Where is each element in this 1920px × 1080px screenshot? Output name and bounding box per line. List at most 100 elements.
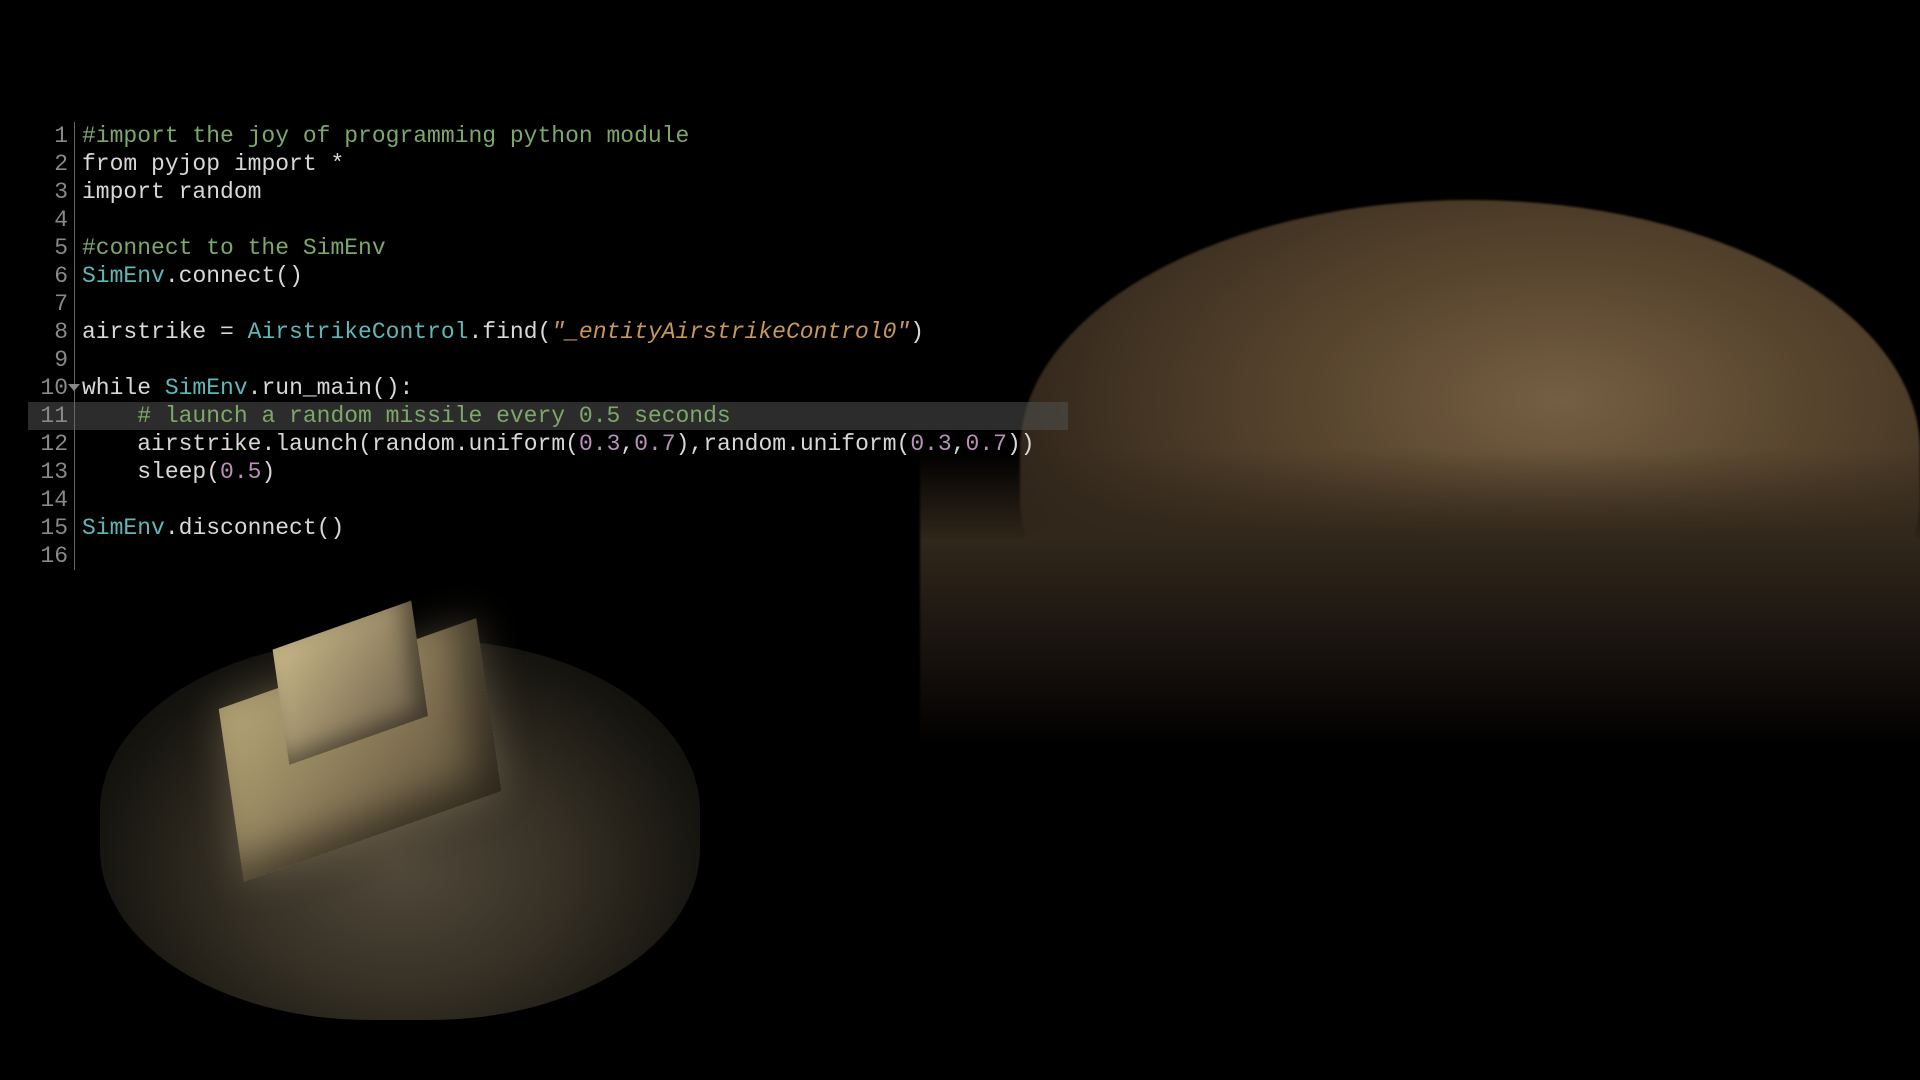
fold-marker-icon[interactable] <box>68 384 80 391</box>
code-token: ), <box>676 431 704 457</box>
code-token: SimEnv <box>165 375 248 401</box>
code-line[interactable]: 2 from pyjop import * <box>28 150 1068 178</box>
code-token: SimEnv <box>82 263 165 289</box>
code-line[interactable]: 12 airstrike.launch(random.uniform(0.3,0… <box>28 430 1068 458</box>
gutter <box>74 374 82 402</box>
code-token <box>151 375 165 401</box>
gutter <box>74 178 82 206</box>
code-token: uniform <box>469 431 566 457</box>
gutter <box>74 430 82 458</box>
line-number: 8 <box>28 318 74 346</box>
code-content[interactable]: from pyjop import * <box>82 150 1068 178</box>
gutter <box>74 458 82 486</box>
code-line[interactable]: 13 sleep(0.5) <box>28 458 1068 486</box>
code-token: AirstrikeControl <box>248 319 469 345</box>
code-content[interactable] <box>82 542 1068 570</box>
code-content[interactable]: SimEnv.disconnect() <box>82 514 1068 542</box>
code-token: (): <box>372 375 413 401</box>
code-content[interactable]: #connect to the SimEnv <box>82 234 1068 262</box>
code-token: 0.7 <box>966 431 1007 457</box>
code-token: 0.3 <box>910 431 951 457</box>
code-token: = <box>220 319 248 345</box>
code-token <box>82 403 137 429</box>
code-token: () <box>317 515 345 541</box>
code-line[interactable]: 11 # launch a random missile every 0.5 s… <box>28 402 1068 430</box>
line-number: 3 <box>28 178 74 206</box>
code-token: 0.5 <box>220 459 261 485</box>
code-line[interactable]: 14 <box>28 486 1068 514</box>
code-token: . <box>786 431 800 457</box>
line-number: 12 <box>28 430 74 458</box>
code-token: . <box>165 515 179 541</box>
code-token: . <box>165 263 179 289</box>
code-editor[interactable]: 1#import the joy of programming python m… <box>28 122 1068 570</box>
line-number: 11 <box>28 402 74 430</box>
code-token: #connect to the SimEnv <box>82 235 386 261</box>
code-token: ) <box>910 319 924 345</box>
code-token: airstrike <box>82 431 261 457</box>
gutter <box>74 150 82 178</box>
code-line[interactable]: 3 import random <box>28 178 1068 206</box>
code-content[interactable] <box>82 290 1068 318</box>
code-line[interactable]: 16 <box>28 542 1068 570</box>
code-content[interactable]: airstrike.launch(random.uniform(0.3,0.7)… <box>82 430 1068 458</box>
code-content[interactable] <box>82 206 1068 234</box>
code-token: random <box>703 431 786 457</box>
code-line[interactable]: 9 <box>28 346 1068 374</box>
code-token <box>82 459 137 485</box>
code-content[interactable]: while SimEnv.run_main(): <box>82 374 1068 402</box>
code-token: 0.3 <box>579 431 620 457</box>
gutter <box>74 542 82 570</box>
line-number: 6 <box>28 262 74 290</box>
code-token: . <box>248 375 262 401</box>
code-token: random <box>165 179 262 205</box>
gutter <box>74 514 82 542</box>
code-token: random <box>372 431 455 457</box>
code-token: ( <box>206 459 220 485</box>
code-line[interactable]: 6 SimEnv.connect() <box>28 262 1068 290</box>
code-token: #import the joy of programming python mo… <box>82 123 689 149</box>
gutter <box>74 234 82 262</box>
code-token: )) <box>1007 431 1035 457</box>
code-content[interactable]: SimEnv.connect() <box>82 262 1068 290</box>
code-line[interactable]: 10while SimEnv.run_main(): <box>28 374 1068 402</box>
code-token: ) <box>261 459 275 485</box>
gutter <box>74 290 82 318</box>
code-content[interactable]: sleep(0.5) <box>82 458 1068 486</box>
code-line[interactable]: 7 <box>28 290 1068 318</box>
code-token: uniform <box>800 431 897 457</box>
background-terrain <box>1020 200 1920 700</box>
gutter <box>74 206 82 234</box>
code-line[interactable]: 4 <box>28 206 1068 234</box>
code-line[interactable]: 1#import the joy of programming python m… <box>28 122 1068 150</box>
code-token: launch <box>275 431 358 457</box>
code-content[interactable] <box>82 346 1068 374</box>
code-token: SimEnv <box>82 515 165 541</box>
line-number: 13 <box>28 458 74 486</box>
code-line[interactable]: 5#connect to the SimEnv <box>28 234 1068 262</box>
code-token: import <box>234 151 317 177</box>
code-token: ( <box>897 431 911 457</box>
code-token: ( <box>565 431 579 457</box>
code-token: ( <box>538 319 552 345</box>
code-line[interactable]: 8 airstrike = AirstrikeControl.find("_ent… <box>28 318 1068 346</box>
line-number: 16 <box>28 542 74 570</box>
code-token: ( <box>358 431 372 457</box>
line-number: 9 <box>28 346 74 374</box>
code-token: import <box>82 179 165 205</box>
gutter <box>74 346 82 374</box>
code-token: "_entityAirstrikeControl0" <box>551 319 910 345</box>
code-token: . <box>455 431 469 457</box>
code-token: from <box>82 151 137 177</box>
code-content[interactable]: # launch a random missile every 0.5 seco… <box>82 402 1068 430</box>
code-content[interactable]: import random <box>82 178 1068 206</box>
code-content[interactable] <box>82 486 1068 514</box>
code-content[interactable]: airstrike = AirstrikeControl.find("_enti… <box>82 318 1068 346</box>
code-token: # launch a random missile every 0.5 seco… <box>137 403 731 429</box>
code-token: disconnect <box>179 515 317 541</box>
code-content[interactable]: #import the joy of programming python mo… <box>82 122 1068 150</box>
code-line[interactable]: 15SimEnv.disconnect() <box>28 514 1068 542</box>
code-token: while <box>82 375 151 401</box>
line-number: 4 <box>28 206 74 234</box>
line-number: 2 <box>28 150 74 178</box>
